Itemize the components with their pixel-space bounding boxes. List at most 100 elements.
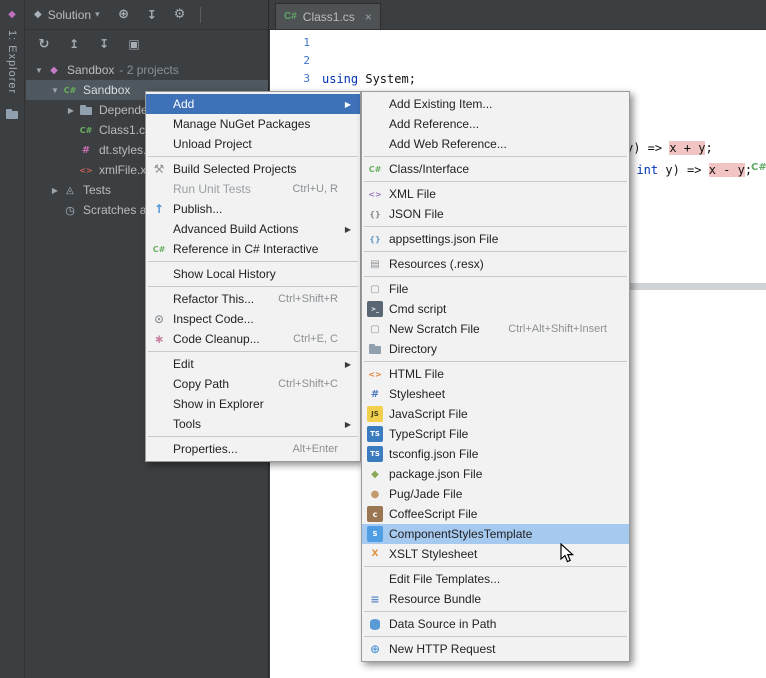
menu-item[interactable]: ▢ New Scratch File Ctrl+Alt+Shift+Insert [362,319,629,339]
code-fragment: y) => x + y; [626,141,713,155]
menu-item-label: Directory [389,342,438,356]
menu-item[interactable]: Tools ▶ [146,414,360,434]
menu-item[interactable]: Unload Project [146,134,360,154]
menu-item[interactable]: Edit ▶ [146,354,360,374]
menu-item[interactable]: <> HTML File [362,364,629,384]
scroll-up-icon[interactable]: ↥ [66,36,82,52]
menu-item-label: Build Selected Projects [173,162,297,176]
menu-item-label: Add Existing Item... [389,97,493,111]
html-file-icon: <> [368,369,382,379]
chevron-down-icon[interactable]: ▾ [95,9,100,20]
menu-item[interactable]: Edit File Templates... [362,569,629,589]
menu-item[interactable]: c CoffeeScript File [362,504,629,524]
menu-item[interactable]: Add Existing Item... [362,94,629,114]
menu-item[interactable]: Advanced Build Actions ▶ [146,219,360,239]
image-icon[interactable]: ▣ [126,36,142,52]
menu-item[interactable]: JS JavaScript File [362,404,629,424]
menu-item[interactable]: Manage NuGet Packages [146,114,360,134]
menu-item[interactable]: C# Class/Interface [362,159,629,179]
menu-item[interactable]: Show Local History [146,264,360,284]
menu-item[interactable]: ▤ Resources (.resx) [362,254,629,274]
menu-item[interactable]: # Stylesheet [362,384,629,404]
tree-row[interactable]: ▼ ◆ Sandbox - 2 projects [26,60,268,80]
tab-class1[interactable]: C# Class1.cs × [275,3,381,29]
menu-item-label: Add Reference... [389,117,480,131]
menu-separator [364,156,627,157]
folder-tool-icon[interactable] [4,106,20,122]
component-styles-icon: S [367,526,383,542]
menu-item[interactable]: Add Reference... [362,114,629,134]
menu-item[interactable]: Refactor This... Ctrl+Shift+R [146,289,360,309]
menu-item[interactable]: ⚒ Build Selected Projects [146,159,360,179]
menu-item[interactable]: TS TypeScript File [362,424,629,444]
settings-gear-icon[interactable]: ⚙ [172,7,188,23]
menu-item[interactable]: Directory [362,339,629,359]
menu-item-shortcut: Ctrl+Shift+R [278,293,338,305]
menu-item[interactable]: S ComponentStylesTemplate [362,524,629,544]
menu-item[interactable]: ≡ Resource Bundle [362,589,629,609]
menu-item-label: Tools [173,417,202,431]
menu-item[interactable]: >_ Cmd script [362,299,629,319]
menu-item[interactable]: Show in Explorer [146,394,360,414]
explorer-tool-icon[interactable]: ◆ [4,6,20,22]
menu-item[interactable]: ● Pug/Jade File [362,484,629,504]
refresh-icon[interactable]: ↻ [36,36,52,52]
menu-item[interactable]: ▢ File [362,279,629,299]
menu-item-label: Edit File Templates... [389,572,501,586]
csharp-project-icon: C# [63,85,77,95]
menu-item[interactable]: Properties... Alt+Enter [146,439,360,459]
json-file-icon: {} [369,209,381,219]
xml-file-icon: <> [79,165,93,175]
menu-item-label: Advanced Build Actions [173,222,299,236]
menu-item-label: Pug/Jade File [389,487,463,501]
solution-selector[interactable]: Solution [48,8,91,22]
menu-item[interactable]: ∗ Code Cleanup... Ctrl+E, C [146,329,360,349]
tree-chevron-icon[interactable]: ▶ [48,186,62,195]
menu-item[interactable]: C# Reference in C# Interactive [146,239,360,259]
menu-separator [148,156,358,157]
menu-item[interactable]: TS tsconfig.json File [362,444,629,464]
menu-item[interactable]: Add ▶ [146,94,360,114]
menu-item[interactable]: ◆ package.json File [362,464,629,484]
tree-chevron-icon[interactable]: ▼ [48,86,62,95]
menu-item-label: New HTTP Request [389,642,496,656]
tree-chevron-icon[interactable]: ▶ [64,106,78,115]
menu-separator [364,636,627,637]
inspect-icon: ⊙ [153,312,165,326]
menu-item[interactable]: ↑ Publish... [146,199,360,219]
tree-chevron-icon[interactable]: ▼ [32,66,46,75]
menu-item-label: Reference in C# Interactive [173,242,319,256]
menu-item[interactable]: Copy Path Ctrl+Shift+C [146,374,360,394]
stylesheet-file-icon: # [81,144,91,156]
appsettings-file-icon: {} [369,234,381,244]
resource-bundle-icon: ≡ [370,592,380,606]
main-toolbar: ◆ Solution ▾ ⊕ ↧ ⚙ [26,0,268,30]
menu-item[interactable]: ⊕ New HTTP Request [362,639,629,659]
cmd-script-icon: >_ [367,301,383,317]
menu-item-icon [151,136,167,152]
menu-separator [364,566,627,567]
menu-item[interactable]: {} JSON File [362,204,629,224]
menu-item[interactable]: {} appsettings.json File [362,229,629,249]
editor-scroll-artifact [630,283,766,290]
menu-item-label: JSON File [389,207,444,221]
locate-icon[interactable]: ⊕ [116,7,132,23]
stylesheet-icon: # [370,388,380,400]
menu-item[interactable]: Data Source in Path [362,614,629,634]
menu-item[interactable]: <> XML File [362,184,629,204]
menu-item[interactable]: X XSLT Stylesheet [362,544,629,564]
menu-item[interactable]: Add Web Reference... [362,134,629,154]
explorer-tool-button[interactable]: 1: Explorer [6,30,18,94]
code-line: using System; [322,70,445,88]
menu-item[interactable]: Run Unit Tests Ctrl+U, R [146,179,360,199]
menu-item[interactable]: ⊙ Inspect Code... [146,309,360,329]
menu-item-label: TypeScript File [389,427,469,441]
tab-close-icon[interactable]: × [365,10,372,24]
collapse-icon[interactable]: ↧ [144,7,160,23]
scroll-down-icon[interactable]: ↧ [96,36,112,52]
menu-separator [364,181,627,182]
menu-item-label: Manage NuGet Packages [173,117,311,131]
resources-file-icon: ▤ [370,258,380,270]
menu-item-label: Run Unit Tests [173,182,251,196]
menu-item-shortcut: Ctrl+Shift+C [278,378,338,390]
